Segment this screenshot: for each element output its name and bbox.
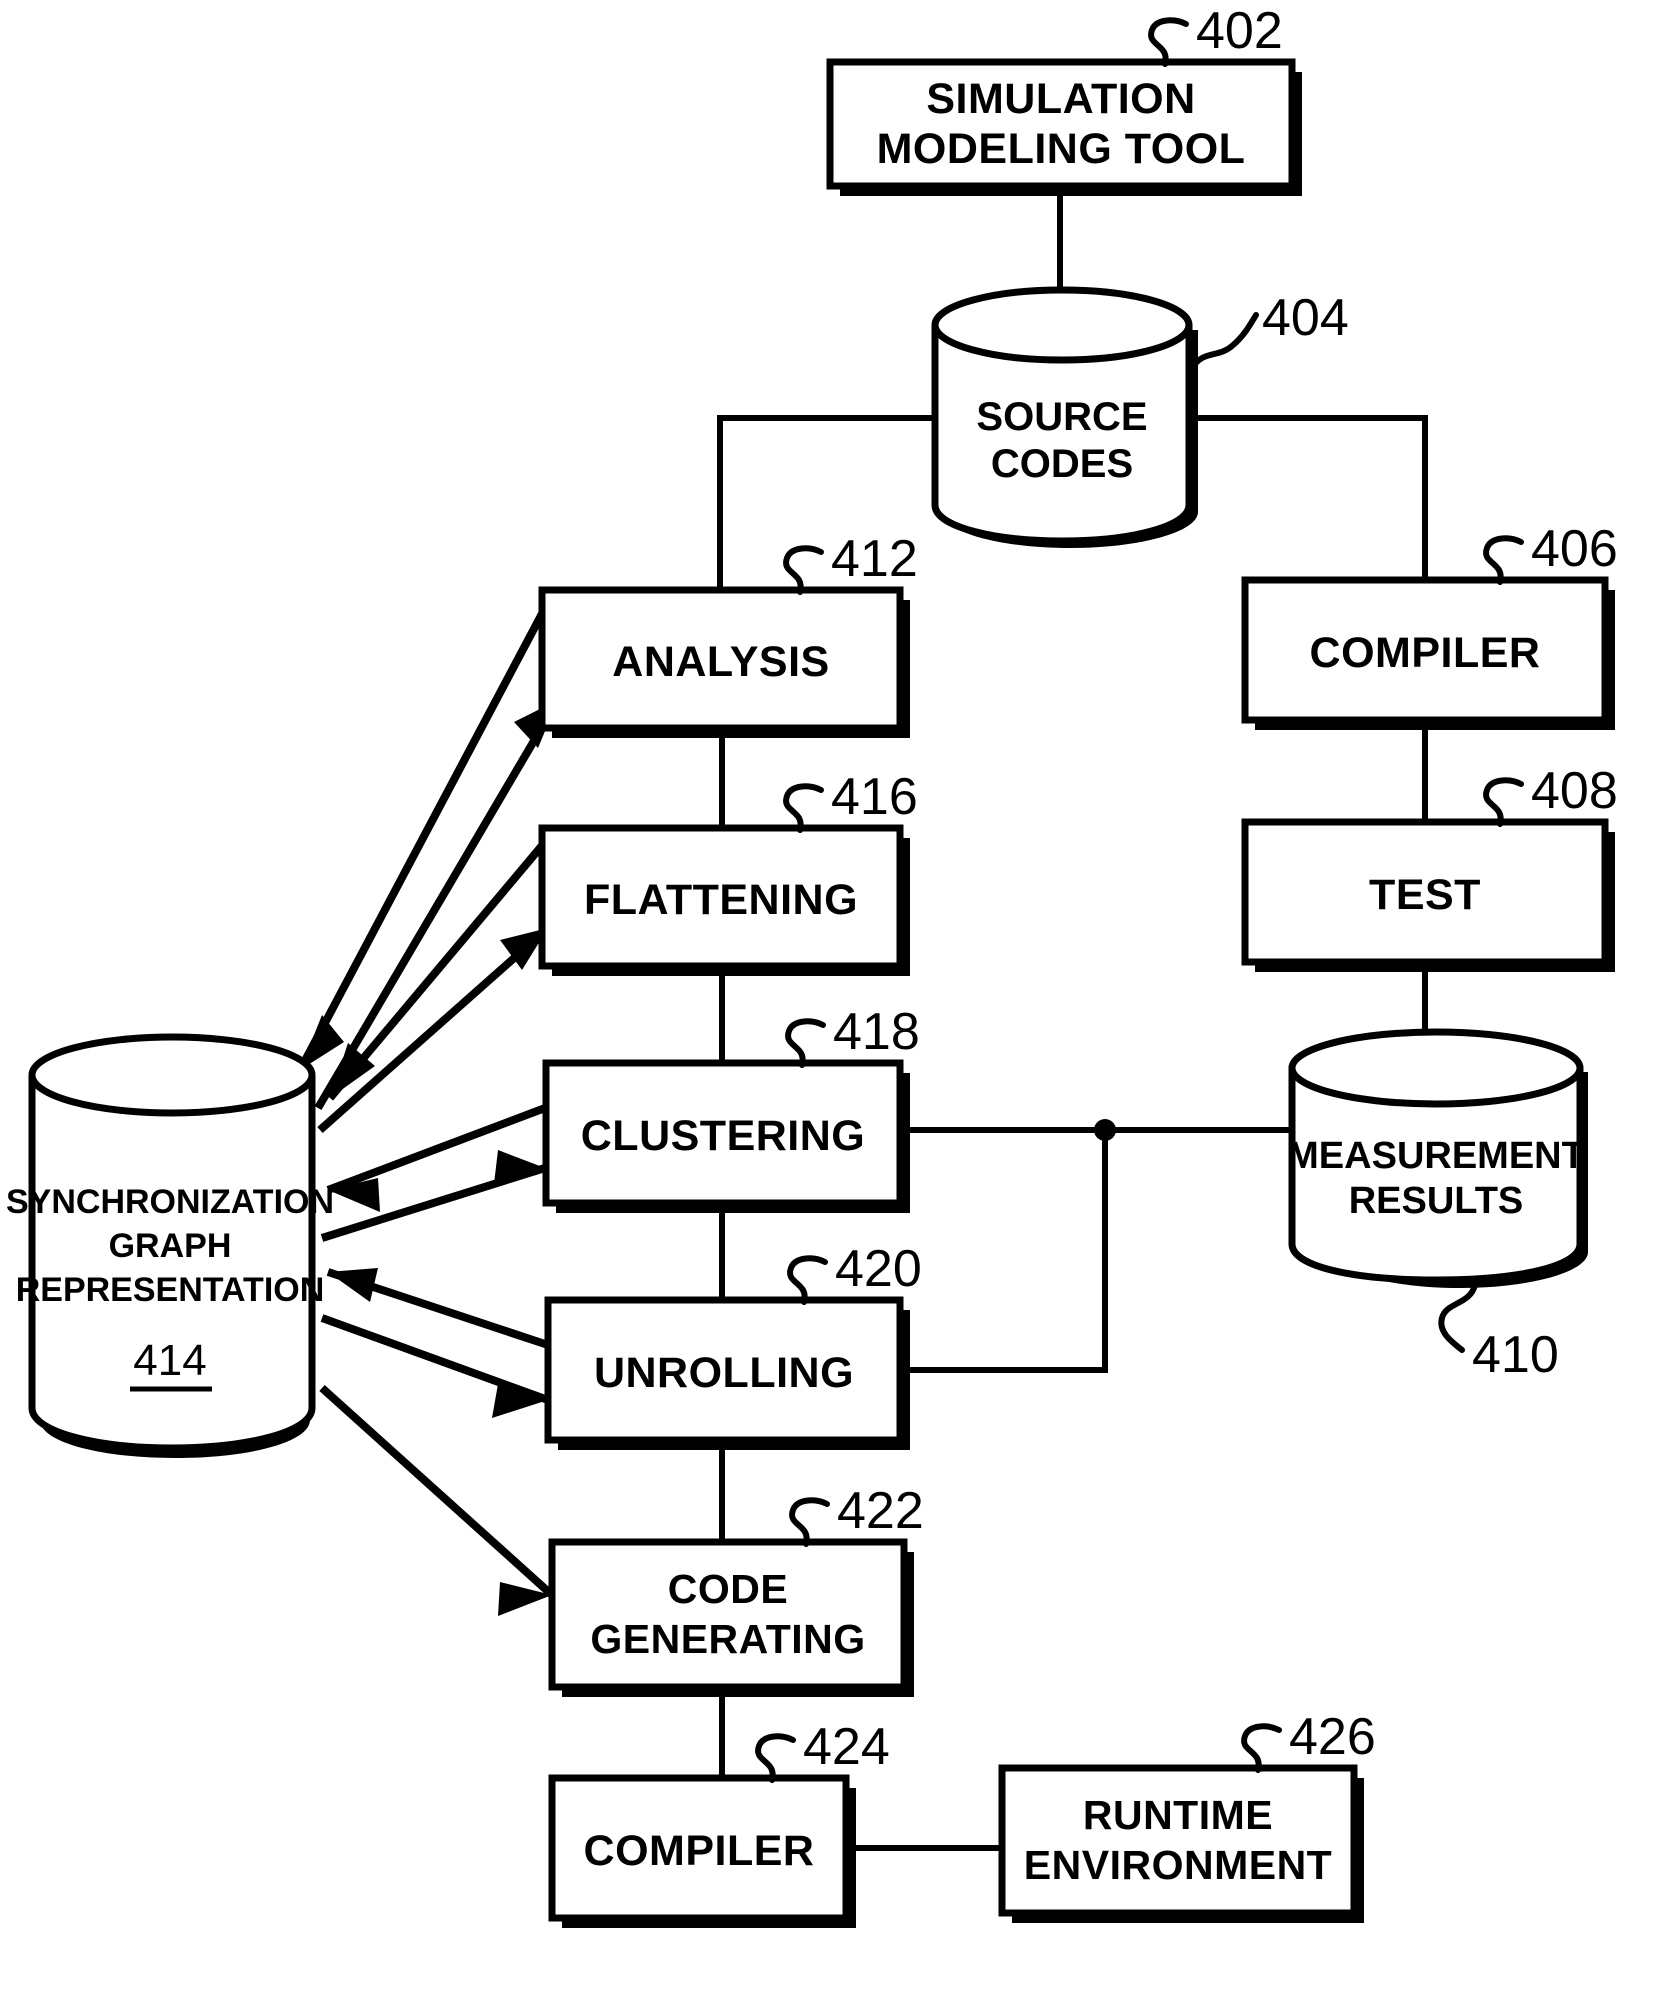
node-label-line1: SYNCHRONIZATION <box>6 1183 334 1221</box>
ref-leader-418 <box>785 1018 826 1068</box>
box-fill <box>552 1542 904 1687</box>
box-fill <box>1002 1768 1354 1913</box>
ref-number-420: 420 <box>835 1240 922 1298</box>
arrow-analysis-to-graph <box>296 606 549 1072</box>
ref-leader-420 <box>787 1255 828 1305</box>
node-runtime-environment[interactable]: RUNTIME ENVIRONMENT 426 <box>998 1708 1376 1923</box>
node-compiler-right[interactable]: COMPILER 406 <box>1241 520 1618 730</box>
node-label-line2: GENERATING <box>590 1616 865 1662</box>
node-label-line1: TEST <box>1369 871 1481 919</box>
ref-leader-422 <box>789 1497 830 1547</box>
node-code-generating[interactable]: CODE GENERATING 422 <box>548 1482 924 1697</box>
ref-leader-426 <box>1241 1723 1282 1773</box>
node-label-line2: MODELING TOOL <box>877 125 1246 173</box>
node-label-line1: COMPILER <box>584 1827 815 1875</box>
node-measurement-results[interactable]: MEASUREMENT RESULTS 410 <box>1287 1028 1588 1384</box>
ref-number-416: 416 <box>831 768 918 826</box>
arrow-graph-to-codegen <box>319 1385 555 1598</box>
ref-number-418: 418 <box>833 1003 920 1061</box>
junction-dot <box>1094 1119 1116 1141</box>
node-sync-graph-representation[interactable]: SYNCHRONIZATION GRAPH REPRESENTATION 414 <box>6 1033 334 1458</box>
ref-number-402: 402 <box>1196 2 1283 60</box>
ref-number-414: 414 <box>133 1336 206 1385</box>
graph-arrows <box>296 606 562 1616</box>
ref-leader-416 <box>783 783 824 833</box>
ref-number-424: 424 <box>803 1718 890 1776</box>
node-label-line2: RESULTS <box>1349 1180 1524 1222</box>
figure-canvas: SIMULATION MODELING TOOL 402 SOURCE CODE… <box>6 2 1618 1928</box>
node-unrolling[interactable]: UNROLLING 420 <box>544 1240 922 1450</box>
ref-number-404: 404 <box>1262 289 1349 347</box>
ref-number-408: 408 <box>1531 762 1618 820</box>
node-label-line1: SIMULATION <box>926 75 1195 123</box>
ref-leader-424 <box>755 1733 796 1783</box>
node-label-line1: SOURCE <box>976 395 1147 439</box>
node-label-line3: REPRESENTATION <box>16 1271 325 1309</box>
node-label-line1: CLUSTERING <box>581 1112 866 1160</box>
ref-leader-404 <box>1189 312 1259 371</box>
arrowhead-unrolling-to-graph <box>328 1268 378 1302</box>
node-analysis[interactable]: ANALYSIS 412 <box>538 530 918 738</box>
node-label-line2: GRAPH <box>109 1227 232 1265</box>
node-label-line1: CODE <box>668 1566 788 1612</box>
ref-leader-410 <box>1438 1282 1478 1353</box>
ref-number-426: 426 <box>1289 1708 1376 1766</box>
node-label-line1: ANALYSIS <box>612 638 829 686</box>
node-label-line2: ENVIRONMENT <box>1024 1842 1332 1888</box>
node-flattening[interactable]: FLATTENING 416 <box>538 768 918 976</box>
connector-source-to-compiler <box>1188 415 1428 582</box>
ref-number-422: 422 <box>837 1482 924 1540</box>
node-test[interactable]: TEST 408 <box>1241 762 1618 972</box>
arrow-graph-to-analysis <box>314 697 562 1111</box>
node-label-line1: RUNTIME <box>1083 1792 1273 1838</box>
ref-number-410: 410 <box>1472 1326 1559 1384</box>
node-simulation-modeling-tool[interactable]: SIMULATION MODELING TOOL 402 <box>826 2 1302 196</box>
ref-leader-412 <box>783 545 824 595</box>
ref-number-406: 406 <box>1531 520 1618 578</box>
patent-figure: SIMULATION MODELING TOOL 402 SOURCE CODE… <box>0 0 1658 1992</box>
node-label-line1: COMPILER <box>1310 629 1541 677</box>
ref-leader-406 <box>1483 535 1524 585</box>
connector-junction-to-unrolling <box>903 1130 1108 1373</box>
node-label-line1: FLATTENING <box>584 876 858 924</box>
ref-leader-408 <box>1483 777 1524 827</box>
ref-leader-402 <box>1148 17 1189 67</box>
node-clustering[interactable]: CLUSTERING 418 <box>542 1003 920 1213</box>
node-label-line2: CODES <box>991 442 1133 486</box>
ref-number-412: 412 <box>831 530 918 588</box>
node-label-line1: UNROLLING <box>594 1349 854 1397</box>
node-label-line1: MEASUREMENT <box>1287 1135 1585 1177</box>
